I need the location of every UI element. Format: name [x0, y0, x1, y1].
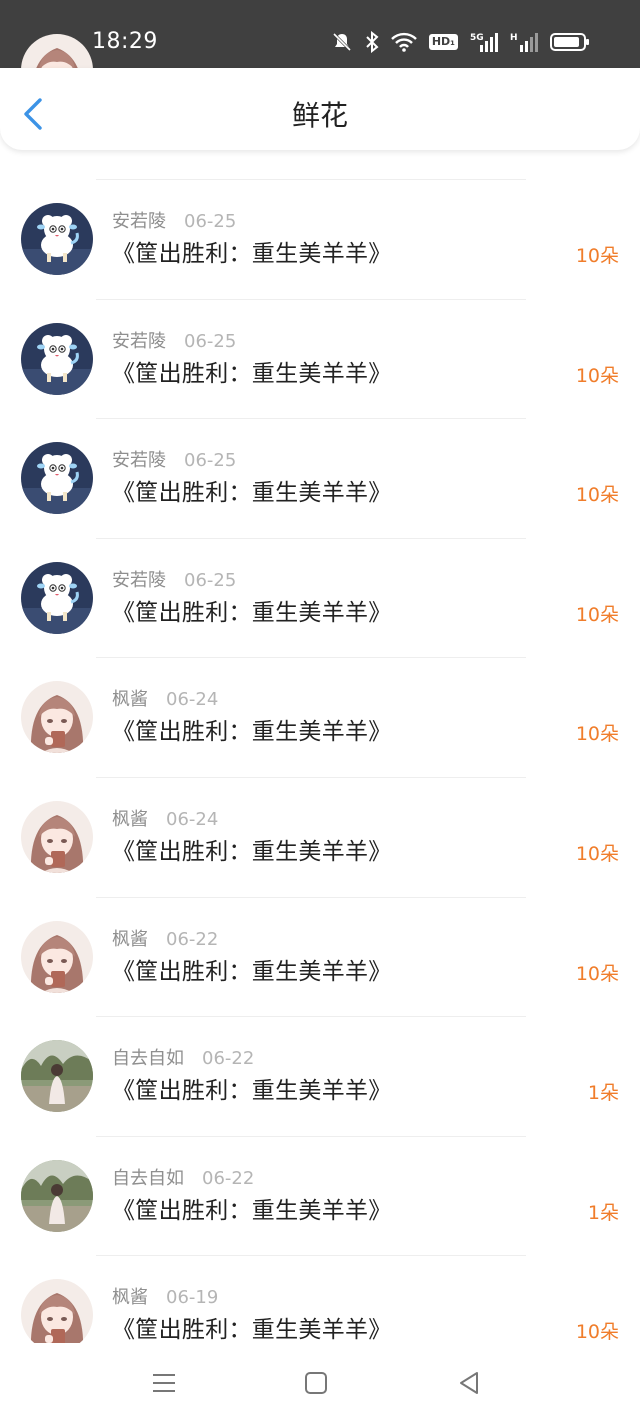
photo-avatar[interactable]: [21, 1160, 93, 1232]
user-name: 枫酱: [112, 928, 148, 950]
anime-girl-avatar[interactable]: [21, 1279, 93, 1351]
user-name: 安若陵: [112, 450, 166, 472]
list-item[interactable]: 枫酱 06-22 《筐出胜利：重生美羊羊》 10朵: [0, 898, 640, 1018]
list-item[interactable]: 安若陵 06-25 《筐出胜利：重生美羊羊》 10朵: [0, 180, 640, 300]
signal-h-icon: H: [510, 33, 538, 52]
list-item[interactable]: 安若陵 06-25 《筐出胜利：重生美羊羊》 10朵: [0, 300, 640, 420]
app-header: 鲜花: [0, 68, 640, 150]
list-item[interactable]: 安若陵 06-25 《筐出胜利：重生美羊羊》 10朵: [0, 539, 640, 659]
sheep-avatar[interactable]: [21, 203, 93, 275]
status-time: 18:29: [92, 29, 158, 54]
record-date: 06-22: [202, 1048, 255, 1070]
book-title: 《筐出胜利：重生美羊羊》: [112, 1078, 392, 1105]
anime-girl-avatar[interactable]: [21, 681, 93, 753]
status-icons: HD₁ 5G H: [319, 28, 590, 56]
book-title: 《筐出胜利：重生美羊羊》: [112, 360, 392, 387]
record-date: 06-19: [166, 1287, 219, 1309]
flower-amount: 1朵: [587, 1201, 619, 1224]
menu-icon[interactable]: [150, 1369, 178, 1397]
list-item[interactable]: 自去自如 06-22 《筐出胜利：重生美羊羊》 1朵: [0, 1017, 640, 1137]
user-name: 枫酱: [112, 808, 148, 830]
flower-amount: 10朵: [575, 484, 619, 507]
record-date: 06-25: [184, 211, 237, 232]
flower-amount: 10朵: [575, 962, 619, 985]
record-date: 06-25: [184, 569, 237, 591]
record-date: 06-22: [166, 928, 219, 950]
flower-amount: 10朵: [575, 603, 619, 626]
sheep-avatar[interactable]: [21, 562, 93, 634]
list-item[interactable]: 安若陵 06-25 《筐出胜利：重生美羊羊》 10朵: [0, 419, 640, 539]
record-date: 06-22: [202, 1167, 255, 1189]
anime-girl-avatar[interactable]: [21, 801, 93, 873]
flower-record-list[interactable]: 安若陵 06-25 《筐出胜利：重生美羊羊》 10朵 安若陵 06-25 《筐出胜利：重生美…: [0, 60, 640, 1376]
flower-amount: 10朵: [575, 364, 619, 387]
user-name: 枫酱: [112, 689, 148, 711]
list-item[interactable]: 枫酱 06-24 《筐出胜利：重生美羊羊》 10朵: [0, 658, 640, 778]
back-triangle-icon[interactable]: [455, 1369, 483, 1397]
status-bar: 18:29 HD₁ 5G H: [0, 0, 640, 68]
flower-amount: 10朵: [575, 245, 619, 267]
record-date: 06-25: [184, 450, 237, 472]
book-title: 《筐出胜利：重生美羊羊》: [112, 599, 392, 626]
user-name: 安若陵: [112, 330, 166, 352]
battery-icon: [550, 33, 589, 51]
svg-text:5G: 5G: [470, 33, 484, 43]
record-date: 06-24: [166, 689, 219, 711]
photo-avatar[interactable]: [21, 1040, 93, 1112]
record-date: 06-25: [184, 330, 237, 352]
anime-girl-avatar[interactable]: [21, 921, 93, 993]
list-item[interactable]: 自去自如 06-22 《筐出胜利：重生美羊羊》 1朵: [0, 1137, 640, 1257]
svg-text:H: H: [510, 33, 518, 43]
mute-notification-icon: [332, 32, 351, 52]
user-name: 安若陵: [112, 211, 166, 232]
record-date: 06-24: [166, 808, 219, 830]
flower-amount: 1朵: [587, 1082, 619, 1105]
page-title: 鲜花: [291, 99, 348, 132]
user-name: 枫酱: [112, 1287, 148, 1309]
book-title: 《筐出胜利：重生美羊羊》: [112, 480, 392, 507]
book-title: 《筐出胜利：重生美羊羊》: [112, 1197, 392, 1224]
flower-amount: 10朵: [575, 842, 619, 865]
list-item[interactable]: 枫酱 06-24 《筐出胜利：重生美羊羊》 10朵: [0, 778, 640, 898]
home-square-icon[interactable]: [302, 1369, 330, 1397]
user-name: 自去自如: [112, 1167, 184, 1189]
user-name: 自去自如: [112, 1048, 184, 1070]
user-name: 安若陵: [112, 569, 166, 591]
sheep-avatar[interactable]: [21, 323, 93, 395]
hd-badge: HD₁: [428, 34, 458, 50]
system-nav-bar: [0, 1343, 640, 1422]
book-title: 《筐出胜利：重生美羊羊》: [112, 241, 392, 267]
flower-amount: 10朵: [575, 723, 619, 746]
book-title: 《筐出胜利：重生美羊羊》: [112, 719, 392, 746]
sheep-avatar[interactable]: [21, 442, 93, 514]
book-title: 《筐出胜利：重生美羊羊》: [112, 838, 392, 865]
book-title: 《筐出胜利：重生美羊羊》: [112, 958, 392, 985]
wifi-icon: [390, 32, 417, 52]
signal-5g-icon: 5G: [470, 33, 498, 52]
bluetooth-icon: [366, 31, 379, 53]
